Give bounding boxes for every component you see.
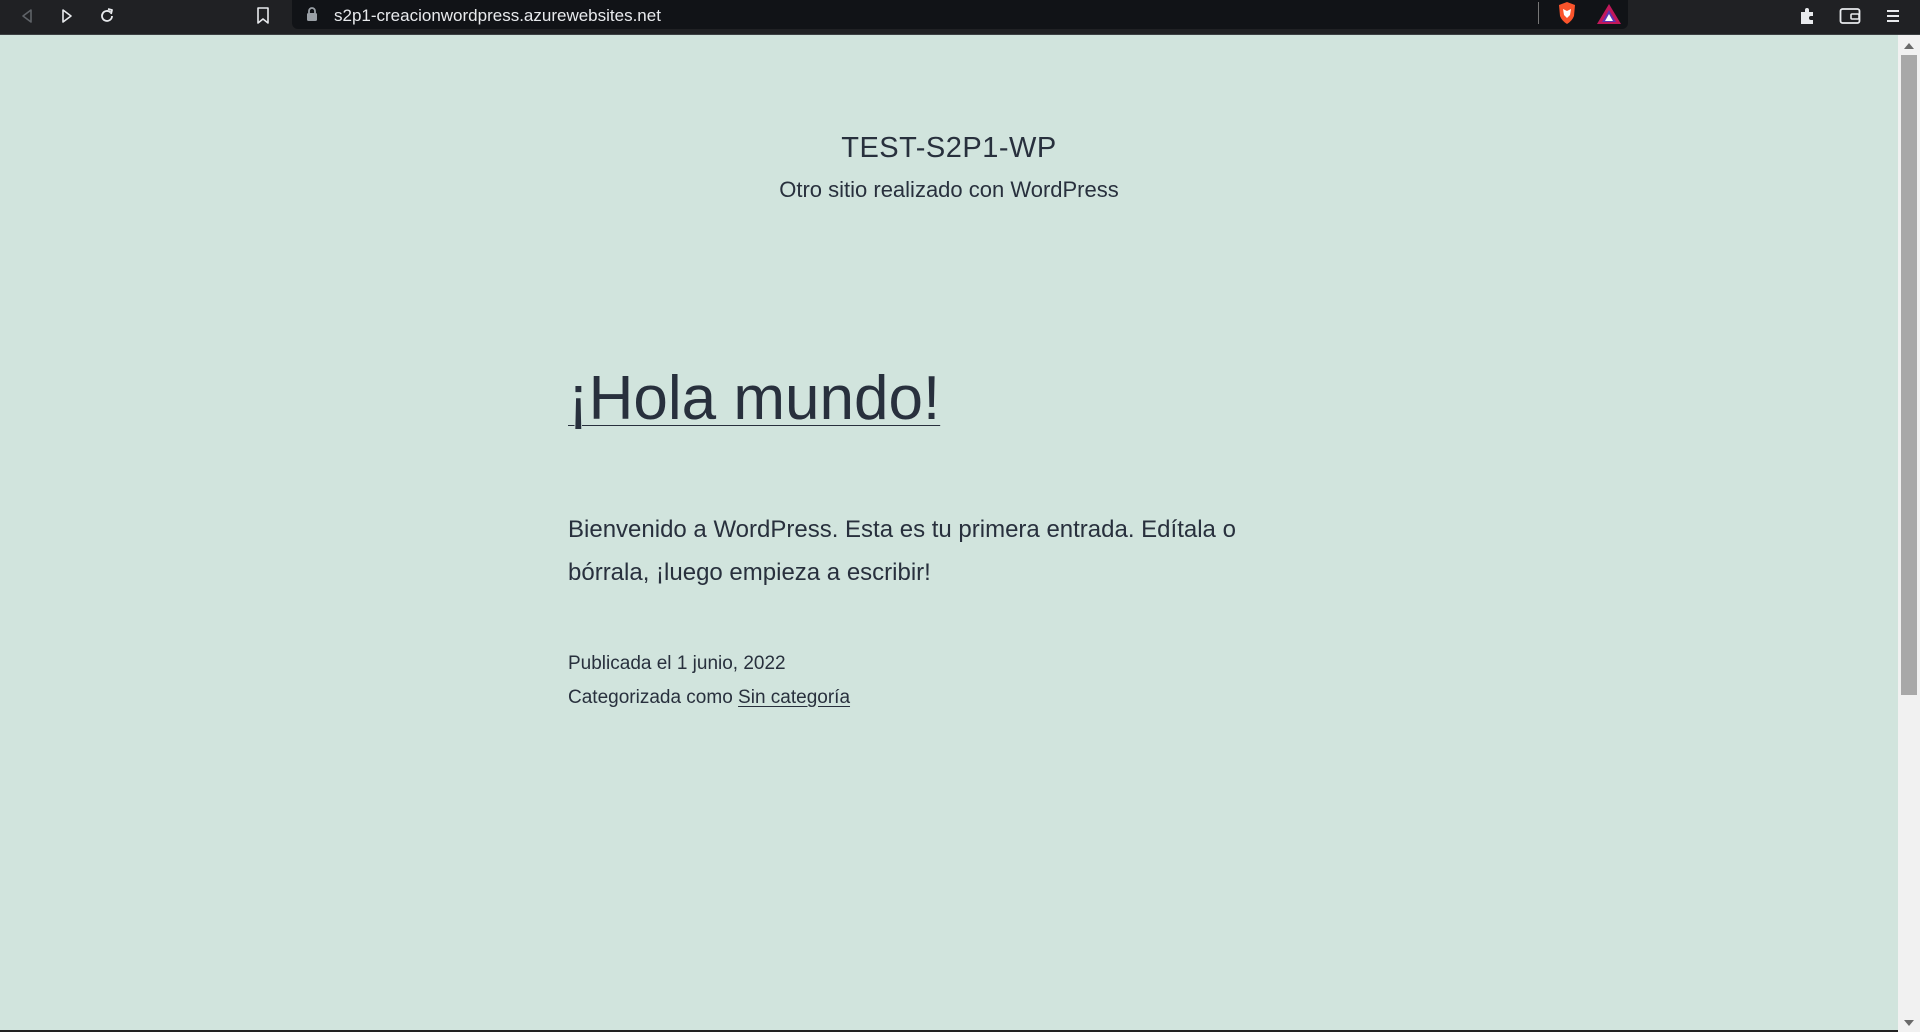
back-icon[interactable] (14, 3, 40, 29)
wallet-icon[interactable] (1837, 3, 1863, 29)
forward-icon[interactable] (54, 3, 80, 29)
published-date: 1 junio, 2022 (676, 653, 786, 674)
post-published: Publicada el 1 junio, 2022 (568, 647, 850, 681)
menu-icon[interactable] (1880, 3, 1906, 29)
site-title[interactable]: TEST-S2P1-WP (0, 132, 1898, 165)
omnibox-divider (1538, 2, 1539, 24)
category-label: Categorizada como (568, 687, 733, 708)
site-description: Otro sitio realizado con WordPress (779, 177, 1119, 202)
url-text[interactable]: s2p1-creacionwordpress.azurewebsites.net (334, 6, 661, 26)
post-title-link[interactable]: ¡Hola mundo! (568, 364, 940, 433)
category-link[interactable]: Sin categoría (738, 687, 850, 708)
page-content: TEST-S2P1-WP Otro sitio realizado con Wo… (0, 35, 1898, 1032)
scroll-up-arrow-icon[interactable] (1904, 43, 1914, 49)
browser-toolbar: s2p1-creacionwordpress.azurewebsites.net (0, 0, 1920, 35)
reload-icon[interactable] (94, 3, 120, 29)
vertical-scrollbar[interactable] (1898, 35, 1920, 1032)
address-bar[interactable]: s2p1-creacionwordpress.azurewebsites.net (292, 0, 1628, 29)
brave-rewards-icon[interactable] (1596, 3, 1622, 30)
scroll-down-arrow-icon[interactable] (1904, 1020, 1914, 1026)
lock-icon[interactable] (306, 7, 318, 27)
post-body: Bienvenido a WordPress. Esta es tu prime… (568, 516, 1236, 586)
post-meta: Publicada el 1 junio, 2022 Categorizada … (568, 647, 850, 715)
bookmark-icon[interactable] (250, 3, 276, 29)
extensions-icon[interactable] (1794, 3, 1820, 29)
published-label: Publicada el (568, 653, 672, 674)
scroll-thumb[interactable] (1901, 55, 1917, 695)
brave-shields-icon[interactable] (1556, 1, 1578, 30)
post-category: Categorizada como Sin categoría (568, 681, 850, 715)
